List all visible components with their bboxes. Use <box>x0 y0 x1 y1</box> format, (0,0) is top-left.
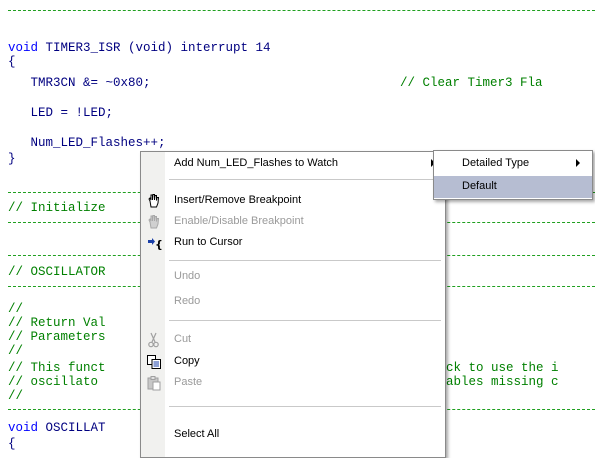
separator-comment <box>8 10 595 11</box>
code-comment: ck to use the i <box>446 361 559 375</box>
code-line: { <box>8 55 16 69</box>
code-line: } <box>8 152 16 166</box>
menu-item-copy[interactable]: Copy <box>141 351 445 373</box>
hand-breakpoint-icon <box>146 193 162 209</box>
code-comment: ables missing c <box>446 375 559 389</box>
menu-item-undo[interactable]: Undo <box>141 266 445 288</box>
copy-icon <box>146 354 162 370</box>
submenu-item-default[interactable]: Default <box>434 176 592 198</box>
context-menu: Add Num_LED_Flashes to Watch Insert/Remo… <box>140 151 446 458</box>
menu-item-label: Copy <box>174 355 200 367</box>
code-comment: // This funct <box>8 361 106 375</box>
code-comment: // oscillato <box>8 375 99 389</box>
code-comment: // OSCILLATOR <box>8 265 106 279</box>
code-line: LED = !LED; <box>8 106 114 120</box>
keyword: void <box>8 421 39 435</box>
menu-item-label: Enable/Disable Breakpoint <box>174 215 304 227</box>
code-text: TIMER3_ISR (void) interrupt 14 <box>38 41 271 55</box>
code-comment: // Clear Timer3 Fla <box>400 76 543 90</box>
menu-item-enable-disable-breakpoint[interactable]: Enable/Disable Breakpoint <box>141 211 445 233</box>
menu-item-label: Redo <box>174 295 201 307</box>
paste-icon <box>146 375 162 391</box>
menu-separator <box>169 406 441 407</box>
code-line: void OSCILLAT <box>8 421 106 435</box>
menu-item-paste[interactable]: Paste <box>141 372 445 394</box>
menu-item-add-to-watch[interactable]: Add Num_LED_Flashes to Watch <box>141 153 445 175</box>
menu-item-cut[interactable]: Cut <box>141 329 445 351</box>
code-text: OSCILLAT <box>38 421 106 435</box>
keyword: void <box>8 41 39 55</box>
code-comment: // <box>8 302 24 316</box>
submenu-item-label: Default <box>462 180 497 192</box>
menu-item-select-all[interactable]: Select All <box>141 424 445 446</box>
submenu-item-label: Detailed Type <box>462 157 530 169</box>
code-text: TMR3CN &= ~0x80; <box>8 76 151 90</box>
toggle-breakpoint-icon <box>146 214 162 230</box>
menu-separator <box>169 260 441 261</box>
scissors-icon <box>146 332 162 348</box>
submenu-arrow-icon <box>576 159 580 167</box>
menu-item-label: Cut <box>174 333 192 345</box>
menu-item-label: Insert/Remove Breakpoint <box>174 194 302 206</box>
menu-item-insert-remove-breakpoint[interactable]: Insert/Remove Breakpoint <box>141 190 445 212</box>
code-comment: // Return Val <box>8 316 106 330</box>
menu-item-label: Select All <box>174 428 220 440</box>
code-comment: // Initialize <box>8 201 106 215</box>
submenu-item-detailed-type[interactable]: Detailed Type <box>434 153 592 175</box>
code-line: TMR3CN &= ~0x80; <box>8 76 151 90</box>
code-comment: // Parameters <box>8 330 106 344</box>
run-to-cursor-icon: {} <box>146 235 171 251</box>
menu-item-label: Undo <box>174 270 201 282</box>
code-line: void TIMER3_ISR (void) interrupt 14 <box>8 41 271 55</box>
menu-item-label: Run to Cursor <box>174 236 243 248</box>
menu-item-label: Paste <box>174 376 203 388</box>
svg-text:{}: {} <box>155 238 162 251</box>
menu-separator <box>169 320 441 321</box>
code-line: { <box>8 437 16 451</box>
watch-submenu: Detailed Type Default <box>433 150 593 200</box>
code-comment: // <box>8 389 24 403</box>
menu-separator <box>169 179 441 180</box>
menu-item-label: Add Num_LED_Flashes to Watch <box>174 157 339 169</box>
code-line: Num_LED_Flashes++; <box>8 136 166 150</box>
menu-item-redo[interactable]: Redo <box>141 291 445 313</box>
menu-item-run-to-cursor[interactable]: {} Run to Cursor <box>141 232 445 254</box>
code-comment: // <box>8 344 24 358</box>
